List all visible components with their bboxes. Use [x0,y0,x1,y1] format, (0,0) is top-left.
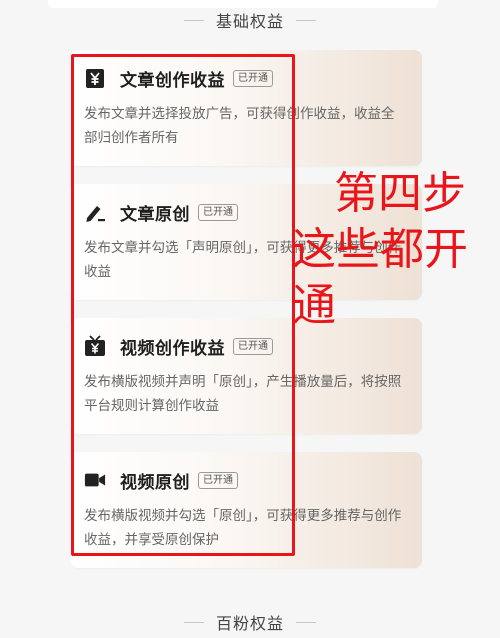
section-title-hundred-fans: 百粉权益 [0,610,500,634]
divider-line [296,621,316,623]
annotation-line: 通 [292,280,336,331]
divider-line [183,621,204,623]
red-highlight-box [71,54,295,556]
section-title-hundred-fans-text: 百粉权益 [215,614,284,633]
annotation-line: 这些都开 [292,224,468,275]
previous-section-bottom [48,0,438,8]
section-title-basic-text: 基础权益 [215,12,284,31]
section-title-basic: 基础权益 [0,8,500,32]
annotation-text: 第四步 这些都开 通 [292,166,497,334]
divider-line [183,19,204,21]
annotation-line: 第四步 [334,168,466,219]
divider-line [296,19,316,21]
